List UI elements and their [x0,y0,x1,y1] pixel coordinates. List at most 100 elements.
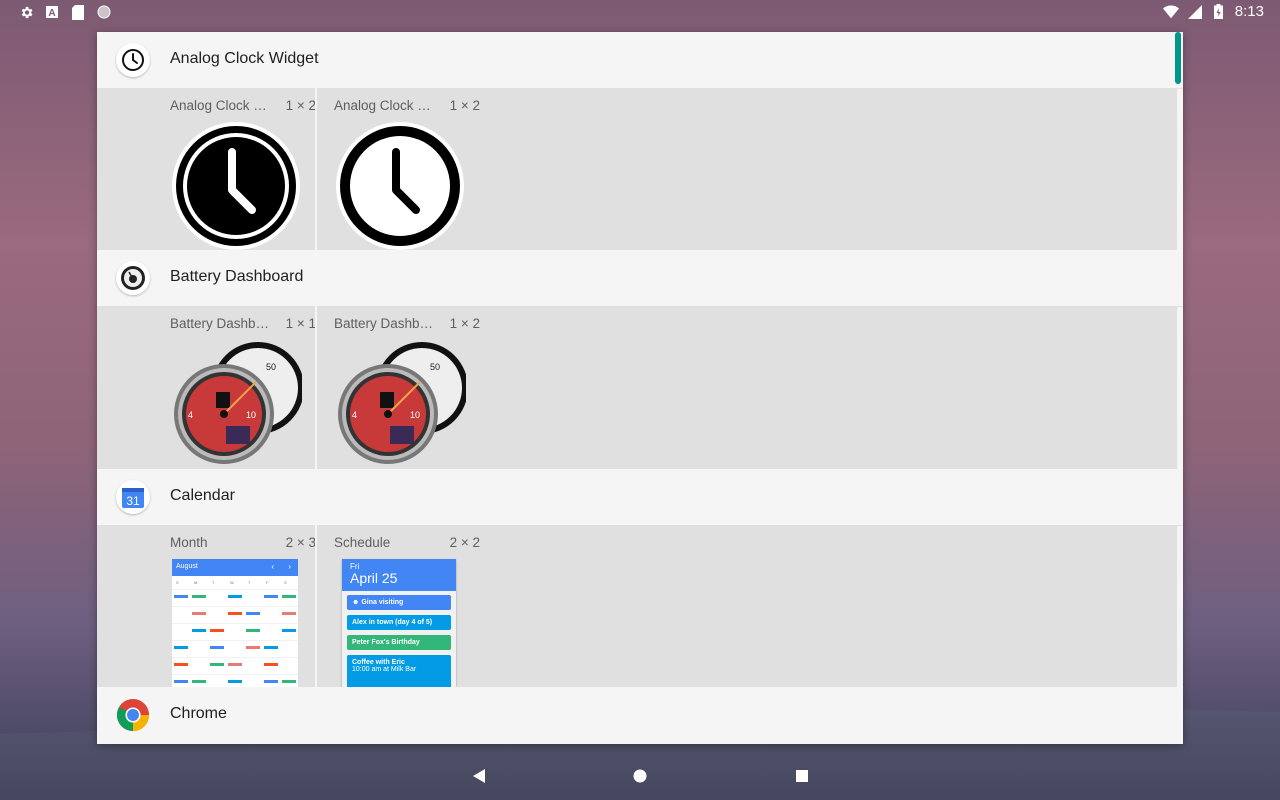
schedule-event: ☻ Gina visiting [347,595,451,610]
dashboard-gauge-icon [116,261,150,295]
signal-icon [1187,4,1203,20]
weekday-label: S [176,580,179,585]
calendar-month-preview: August ‹ › S M T W T F S [172,559,298,687]
widget-name: Schedule [334,535,391,550]
event-chip [282,612,296,615]
svg-text:4: 4 [188,410,193,420]
widget-preview-battery-1x1[interactable]: Battery Dashboa… 1 × 1 50 4 10 [170,306,316,469]
home-icon[interactable] [630,766,650,786]
widget-preview-battery-1x2[interactable]: Battery Dashboa… 1 × 2 50 4 10 [334,306,480,469]
event-chip [264,680,278,683]
person-icon: ☻ [352,599,362,606]
event-chip [174,680,188,683]
event-chip [228,680,242,683]
app-header-chrome: Chrome [97,687,1183,744]
widget-size: 2 × 3 [285,535,316,550]
a-badge-icon: A [44,4,60,20]
event-chip [210,646,224,649]
widget-size: 1 × 2 [449,316,480,331]
weekday-label: M [194,580,197,585]
event-chip [264,595,278,598]
analog-clock-dark-preview [170,122,302,250]
weekday-label: T [248,580,251,585]
event-chip [192,629,206,632]
event-chip [282,680,296,683]
event-chip [192,680,206,683]
widget-name: Analog Clock Wi… [334,98,434,113]
svg-text:31: 31 [126,494,140,508]
schedule-event: Coffee with Eric 10:00 am at Milk Bar [347,655,451,687]
clock-icon [116,43,150,77]
widget-name: Analog Clock Wi… [170,98,270,113]
widget-row-analog-clock: Analog Clock Wi… 1 × 2 Analog Clock Wi… … [97,88,1177,250]
schedule-event: Peter Fox's Birthday [347,635,451,650]
battery-icon [1211,4,1227,20]
event-chip [246,629,260,632]
calendar-schedule-preview: Fri April 25 ☻ Gina visiting Alex in tow… [342,559,456,687]
schedule-date: April 25 [350,570,398,586]
widget-preview-analog-clock-1x2-light[interactable]: Analog Clock Wi… 1 × 2 [334,88,480,250]
widget-preview-calendar-schedule[interactable]: Schedule 2 × 2 Fri April 25 ☻ Gina visit… [334,525,480,687]
gear-icon [18,4,34,20]
battery-gauge-preview: 50 4 10 [334,340,468,469]
widget-name: Battery Dashboa… [170,316,270,331]
status-bar: A 8:13 [0,0,1280,24]
recents-icon[interactable] [792,766,812,786]
event-chip [264,663,278,666]
widget-name: Battery Dashboa… [334,316,434,331]
circle-icon [96,4,112,20]
event-chip [246,646,260,649]
event-chip [174,595,188,598]
chevron-left-icon: ‹ [271,562,274,571]
svg-text:A: A [48,8,55,19]
widget-preview-calendar-month[interactable]: Month 2 × 3 August ‹ › S M T W T F S [170,525,316,687]
event-chip [282,629,296,632]
widget-list[interactable]: Analog Clock Widget Analog Clock Wi… 1 ×… [97,32,1183,744]
app-title: Battery Dashboard [170,268,304,285]
event-chip [210,663,224,666]
analog-clock-light-preview [334,122,466,250]
clock-time: 8:13 [1234,3,1264,20]
wifi-icon [1162,4,1179,20]
event-chip [282,595,296,598]
event-chip [192,612,206,615]
app-title: Analog Clock Widget [170,50,319,67]
back-icon[interactable] [469,766,489,786]
scrollbar-thumb[interactable] [1175,32,1181,84]
svg-text:4: 4 [352,410,357,420]
sd-card-icon [70,4,86,20]
event-chip [246,612,260,615]
calendar-month-label: August [176,563,198,570]
event-chip [174,646,188,649]
event-chip [210,629,224,632]
app-header-analog-clock: Analog Clock Widget [97,32,1183,89]
event-chip [228,663,242,666]
weekday-label: W [230,580,234,585]
weekday-label: S [284,580,287,585]
event-chip [174,663,188,666]
widget-row-calendar: Month 2 × 3 August ‹ › S M T W T F S Schedule … [97,525,1177,687]
widget-row-battery-dashboard: Battery Dashboa… 1 × 1 50 4 10 Battery D… [97,306,1177,469]
svg-text:50: 50 [266,362,276,372]
month-grid: SMTWTFS [172,580,298,683]
widget-preview-analog-clock-1x2-dark[interactable]: Analog Clock Wi… 1 × 2 [170,88,316,250]
app-header-calendar: 31 Calendar [97,469,1183,526]
event-chip [228,612,242,615]
widget-name: Month [170,535,208,550]
weekday-label: T [212,580,215,585]
widget-divider [315,525,317,687]
event-chip [228,595,242,598]
widget-divider [315,88,317,250]
svg-text:10: 10 [246,410,256,420]
event-chip [192,595,206,598]
widget-divider [315,306,317,469]
widget-size: 1 × 2 [285,98,316,113]
calendar-31-icon: 31 [116,480,150,514]
app-title: Calendar [170,487,235,504]
app-title: Chrome [170,705,227,722]
schedule-event: Alex in town (day 4 of 5) [347,615,451,630]
event-chip [264,646,278,649]
widget-size: 1 × 1 [285,316,316,331]
widget-size: 1 × 2 [449,98,480,113]
app-header-battery-dashboard: Battery Dashboard [97,250,1183,307]
